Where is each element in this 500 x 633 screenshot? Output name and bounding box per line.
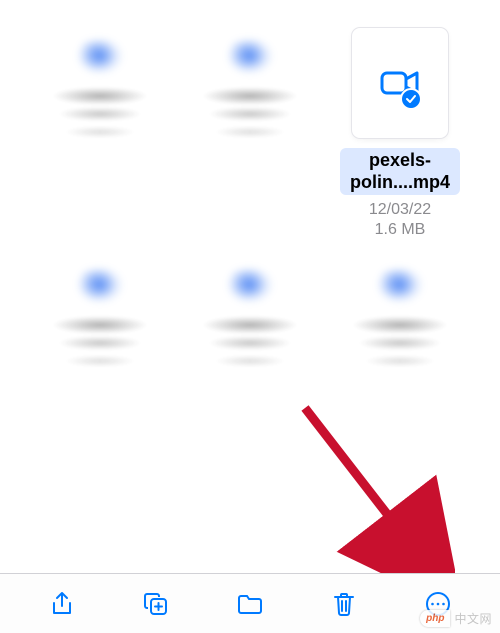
- trash-icon: [330, 590, 358, 618]
- file-item-selected[interactable]: pexels-polin....mp4 12/03/22 1.6 MB: [330, 20, 470, 239]
- file-thumbnail-blurred: [195, 249, 305, 389]
- file-thumbnail-blurred: [345, 249, 455, 389]
- selected-checkmark-icon: [400, 88, 422, 110]
- bottom-toolbar: [0, 573, 500, 633]
- delete-button[interactable]: [324, 584, 364, 624]
- file-grid: pexels-polin....mp4 12/03/22 1.6 MB: [0, 0, 500, 389]
- file-item[interactable]: [30, 249, 170, 389]
- file-item[interactable]: [330, 249, 470, 389]
- file-item[interactable]: [180, 249, 320, 389]
- share-icon: [48, 590, 76, 618]
- more-button[interactable]: [418, 584, 458, 624]
- file-thumbnail-video: [352, 28, 448, 138]
- folder-icon: [236, 590, 264, 618]
- duplicate-button[interactable]: [136, 584, 176, 624]
- duplicate-icon: [142, 590, 170, 618]
- file-item[interactable]: [180, 20, 320, 239]
- file-thumbnail-blurred: [195, 20, 305, 160]
- file-size-label: 1.6 MB: [375, 221, 426, 239]
- file-name-label: pexels-polin....mp4: [340, 148, 460, 195]
- file-date-label: 12/03/22: [369, 201, 431, 219]
- more-icon: [424, 590, 452, 618]
- annotation-arrow-icon: [285, 398, 455, 588]
- share-button[interactable]: [42, 584, 82, 624]
- move-to-folder-button[interactable]: [230, 584, 270, 624]
- file-thumbnail-blurred: [45, 249, 155, 389]
- file-item[interactable]: [30, 20, 170, 239]
- file-thumbnail-blurred: [45, 20, 155, 160]
